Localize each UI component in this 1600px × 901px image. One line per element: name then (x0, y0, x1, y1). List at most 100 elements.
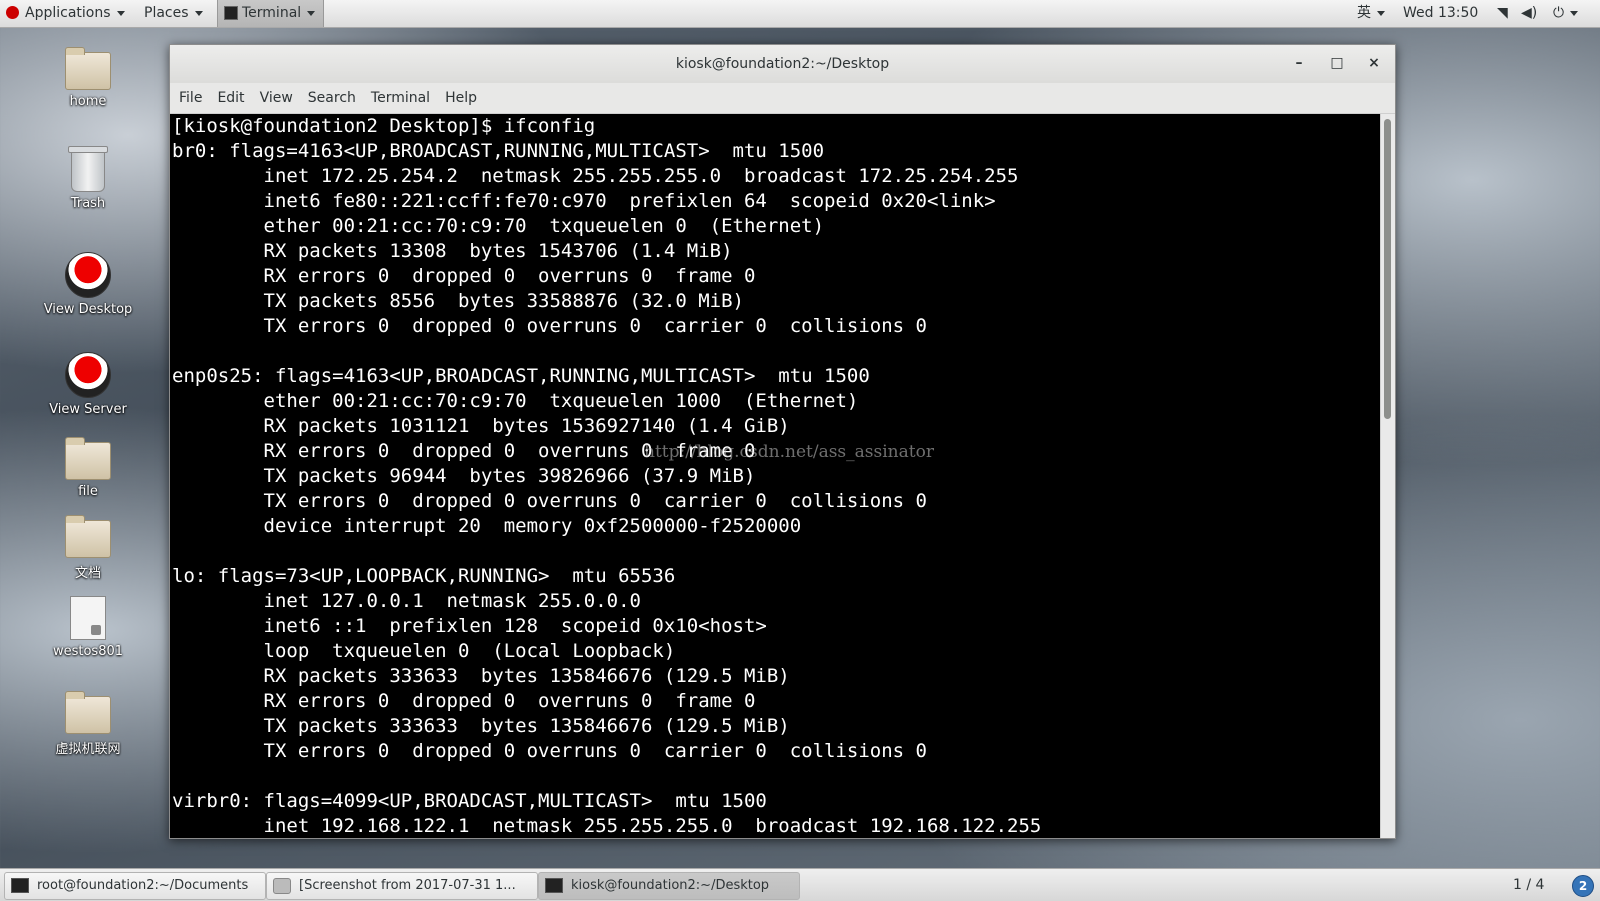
terminal-icon (11, 878, 29, 893)
folder-icon (65, 437, 111, 480)
taskbar-item-label: root@foundation2:~/Documents (37, 878, 249, 893)
applications-label: Applications (25, 5, 111, 21)
menu-file[interactable]: File (173, 83, 208, 113)
image-viewer-icon (273, 877, 291, 894)
window-titlebar[interactable]: kiosk@foundation2:~/Desktop – □ × (170, 45, 1395, 83)
folder-icon (65, 691, 111, 734)
terminal-output[interactable]: [kiosk@foundation2 Desktop]$ ifconfig br0… (170, 114, 1381, 838)
menu-terminal[interactable]: Terminal (365, 83, 436, 113)
workspace-indicator[interactable]: 1 / 4 (1513, 869, 1544, 901)
chevron-down-icon (307, 10, 316, 16)
wifi-icon[interactable]: ◥ (1497, 0, 1508, 27)
desktop-icon-label: Trash (70, 196, 106, 211)
terminal-line: inet 127.0.0.1 netmask 255.0.0.0 (172, 590, 642, 612)
scrollbar[interactable] (1380, 114, 1395, 838)
terminal-window: kiosk@foundation2:~/Desktop – □ × File Ed… (169, 44, 1396, 839)
terminal-line: inet6 fe80::221:ccff:fe70:c970 prefixlen… (172, 190, 996, 212)
input-method-indicator[interactable]: 英 (1357, 0, 1385, 27)
volume-icon[interactable]: ◀) (1521, 0, 1537, 27)
desktop-icon-westos801[interactable]: westos801 (33, 596, 143, 659)
window-list-panel: root@foundation2:~/Documents [Screenshot… (0, 868, 1600, 901)
redhat-icon (65, 352, 111, 398)
terminal-line: RX errors 0 dropped 0 overruns 0 frame 0 (172, 265, 756, 287)
terminal-line: lo: flags=73<UP,LOOPBACK,RUNNING> mtu 65… (172, 565, 676, 587)
menu-help[interactable]: Help (439, 83, 483, 113)
desktop-icon-label: file (78, 484, 98, 499)
desktop-icon-file[interactable]: file (33, 437, 143, 499)
taskbar-item-kiosk-desktop[interactable]: kiosk@foundation2:~/Desktop (538, 872, 800, 900)
menu-view[interactable]: View (254, 83, 299, 113)
chevron-down-icon (1570, 10, 1579, 16)
desktop-icon-label: View Desktop (43, 302, 133, 317)
desktop-icon-view-server[interactable]: View Server (33, 352, 143, 417)
chevron-down-icon (1377, 10, 1385, 16)
terminal-lines: [kiosk@foundation2 Desktop]$ ifconfig br0… (170, 114, 1381, 838)
home-folder-icon (65, 47, 111, 90)
terminal-line: [kiosk@foundation2 Desktop]$ ifconfig (172, 115, 596, 137)
terminal-icon (545, 878, 563, 893)
taskbar-item-label: [Screenshot from 2017-07-31 1... (299, 878, 516, 893)
desktop-icon-vm-network[interactable]: 虚拟机联网 (33, 691, 143, 757)
terminal-line: TX packets 333633 bytes 135846676 (129.5… (172, 715, 790, 737)
menu-edit[interactable]: Edit (211, 83, 250, 113)
power-icon[interactable]: ⏻ (1553, 0, 1579, 27)
terminal-line: virbr0: flags=4099<UP,BROADCAST,MULTICAS… (172, 790, 767, 812)
trash-icon (68, 146, 108, 192)
desktop-icon-label: View Server (49, 402, 127, 417)
terminal-line: inet 172.25.254.2 netmask 255.255.255.0 … (172, 165, 1019, 187)
desktop-icon-label: home (69, 94, 107, 109)
watermark-text: http://blog.csdn.net/ass_assinator (644, 442, 934, 462)
terminal-line: RX packets 333633 bytes 135846676 (129.5… (172, 665, 790, 687)
top-panel: Applications Places Terminal 英 Wed 13:50… (0, 0, 1600, 28)
terminal-line: device interrupt 20 memory 0xf2500000-f2… (172, 515, 802, 537)
maximize-button[interactable]: □ (1323, 45, 1351, 83)
taskbar-item-root-documents[interactable]: root@foundation2:~/Documents (4, 872, 266, 900)
menu-bar: File Edit View Search Terminal Help (170, 83, 1395, 114)
clock[interactable]: Wed 13:50 (1403, 0, 1478, 27)
active-app-label: Terminal (242, 5, 302, 21)
terminal-line: ether 00:21:cc:70:c9:70 txqueuelen 1000 … (172, 390, 859, 412)
notification-badge[interactable]: 2 (1572, 875, 1594, 897)
terminal-line: RX packets 13308 bytes 1543706 (1.4 MiB) (172, 240, 733, 262)
terminal-line: TX packets 96944 bytes 39826966 (37.9 Mi… (172, 465, 756, 487)
applications-menu[interactable]: Applications (6, 0, 125, 27)
terminal-line: TX errors 0 dropped 0 overruns 0 carrier… (172, 740, 927, 762)
terminal-icon (224, 6, 238, 20)
scrollbar-thumb[interactable] (1384, 119, 1391, 419)
desktop-icon-label: westos801 (52, 644, 124, 659)
input-method-label: 英 (1357, 5, 1371, 21)
terminal-line: RX errors 0 dropped 0 overruns 0 frame 0 (172, 690, 756, 712)
locked-document-icon (70, 596, 106, 640)
terminal-line: TX errors 0 dropped 0 overruns 0 carrier… (172, 315, 927, 337)
redhat-icon (65, 252, 111, 298)
menu-search[interactable]: Search (302, 83, 362, 113)
chevron-down-icon (194, 10, 203, 16)
terminal-line: inet6 ::1 prefixlen 128 scopeid 0x10<hos… (172, 615, 767, 637)
chevron-down-icon (116, 10, 125, 16)
terminal-line: inet 192.168.122.1 netmask 255.255.255.0… (172, 815, 1042, 837)
places-label: Places (144, 5, 189, 21)
terminal-line: enp0s25: flags=4163<UP,BROADCAST,RUNNING… (172, 365, 870, 387)
taskbar-item-label: kiosk@foundation2:~/Desktop (571, 878, 770, 893)
taskbar-item-screenshot[interactable]: [Screenshot from 2017-07-31 1... (266, 872, 538, 900)
desktop-icon-trash[interactable]: Trash (33, 146, 143, 211)
desktop-icon-home[interactable]: home (33, 47, 143, 109)
minimize-button[interactable]: – (1285, 45, 1313, 83)
desktop-icon-label: 文档 (74, 566, 101, 581)
terminal-line: RX packets 1031121 bytes 1536927140 (1.4… (172, 415, 790, 437)
terminal-line: TX packets 8556 bytes 33588876 (32.0 MiB… (172, 290, 744, 312)
close-button[interactable]: × (1360, 45, 1388, 83)
places-menu[interactable]: Places (144, 0, 203, 27)
folder-icon (65, 515, 111, 558)
redhat-logo-icon (6, 5, 19, 19)
terminal-line: br0: flags=4163<UP,BROADCAST,RUNNING,MUL… (172, 140, 825, 162)
active-app-menu[interactable]: Terminal (217, 0, 325, 27)
desktop-icon-documents[interactable]: 文档 (33, 515, 143, 581)
terminal-line: TX errors 0 dropped 0 overruns 0 carrier… (172, 490, 927, 512)
terminal-line: ether 00:21:cc:70:c9:70 txqueuelen 0 (Et… (172, 215, 825, 237)
desktop-icon-label: 虚拟机联网 (55, 742, 121, 757)
window-title: kiosk@foundation2:~/Desktop (675, 56, 890, 72)
desktop-icon-view-desktop[interactable]: View Desktop (33, 252, 143, 317)
